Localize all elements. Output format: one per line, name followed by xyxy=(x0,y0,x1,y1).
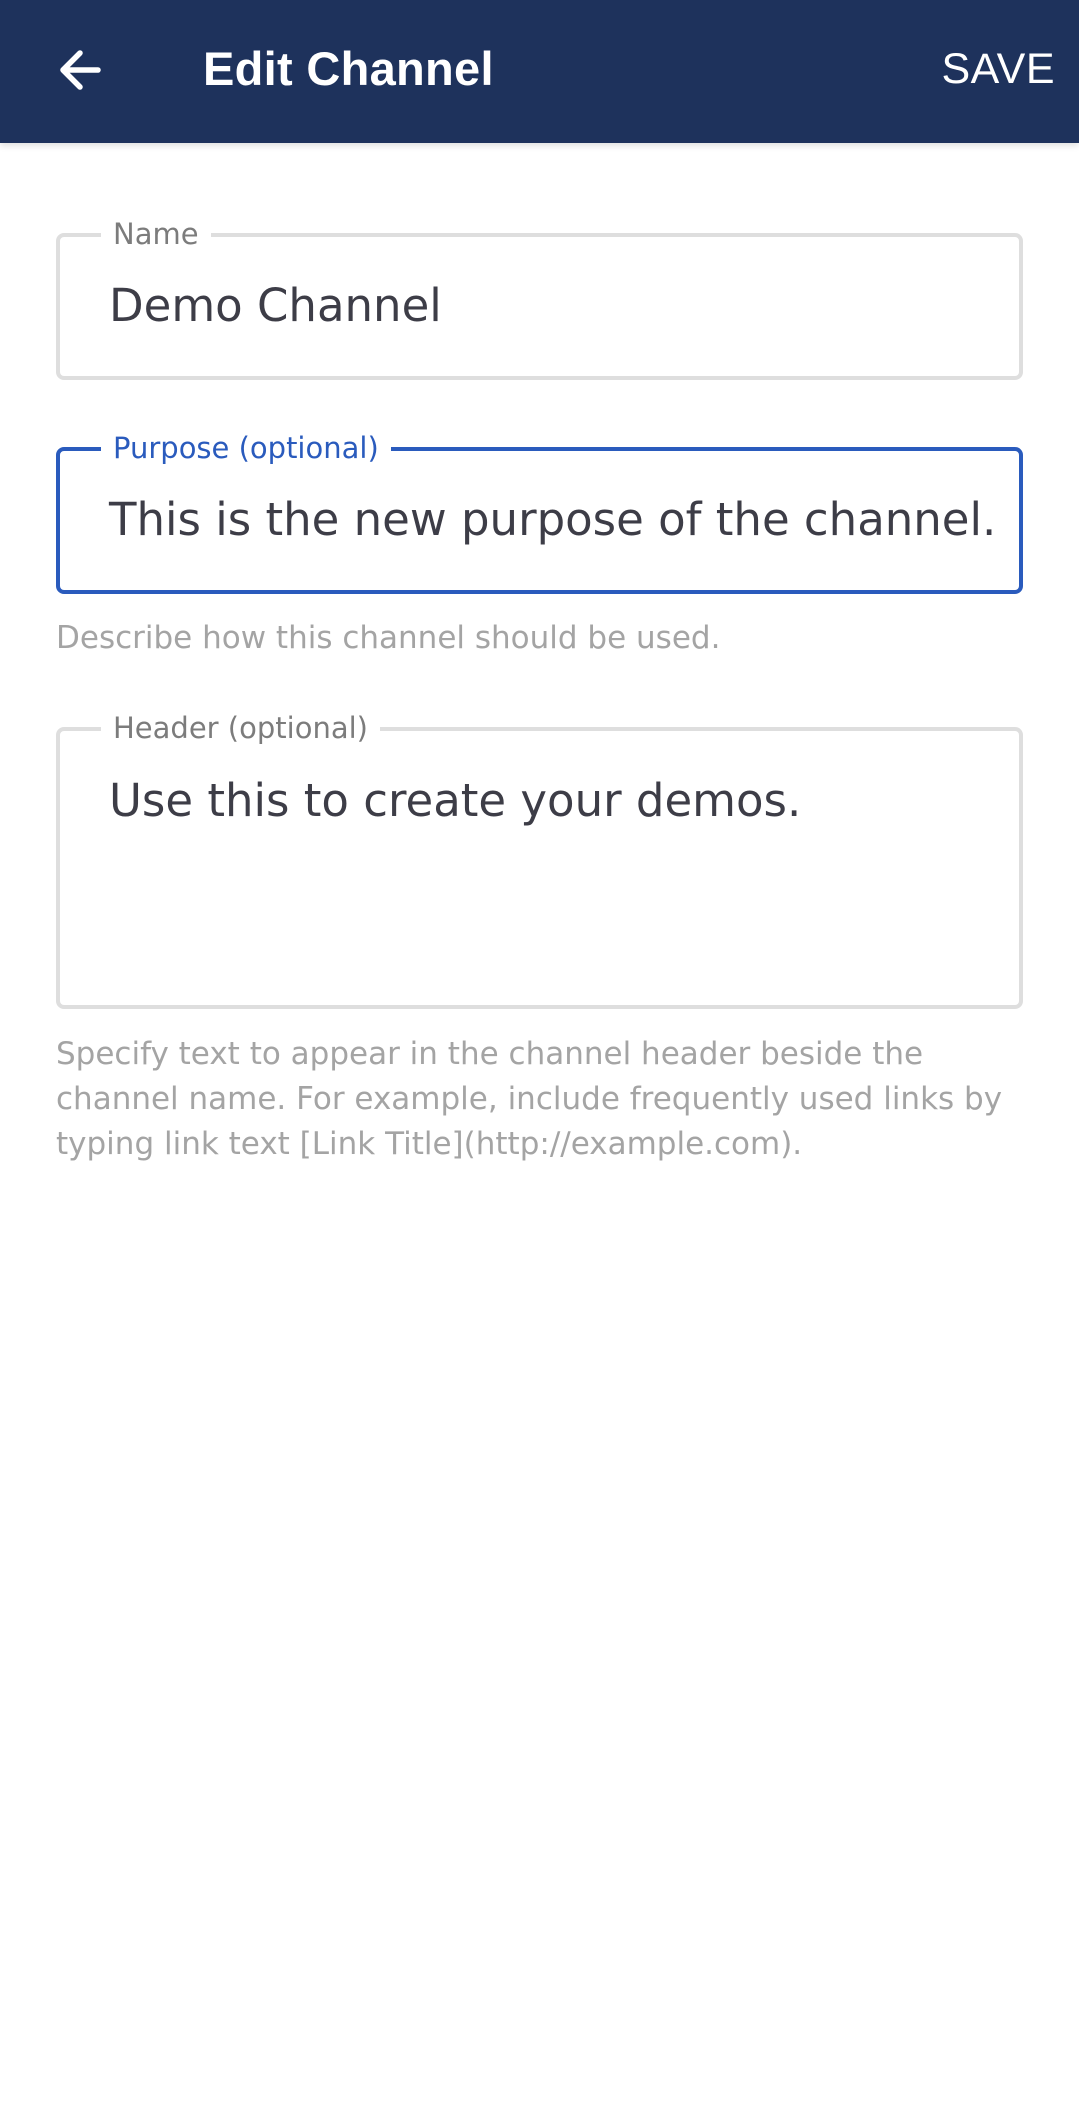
name-field[interactable]: Name Demo Channel xyxy=(56,217,1023,380)
header-field[interactable]: Header (optional) Use this to create you… xyxy=(56,711,1023,1009)
purpose-field-value[interactable]: This is the new purpose of the channel. xyxy=(109,493,996,546)
page-title: Edit Channel xyxy=(203,42,494,95)
app-bar: Edit Channel SAVE xyxy=(0,0,1079,143)
header-field-value[interactable]: Use this to create your demos. xyxy=(109,774,801,827)
purpose-field-label: Purpose (optional) xyxy=(101,431,391,465)
header-hint: Specify text to appear in the channel he… xyxy=(56,1036,1003,1162)
name-field-label: Name xyxy=(101,217,211,251)
save-button[interactable]: SAVE xyxy=(941,0,1055,138)
back-button[interactable] xyxy=(40,30,120,110)
arrow-left-icon xyxy=(60,50,101,90)
purpose-field[interactable]: Purpose (optional) This is the new purpo… xyxy=(56,431,1023,594)
name-field-value[interactable]: Demo Channel xyxy=(109,279,442,332)
header-field-label: Header (optional) xyxy=(101,711,380,745)
purpose-hint: Describe how this channel should be used… xyxy=(56,620,721,656)
